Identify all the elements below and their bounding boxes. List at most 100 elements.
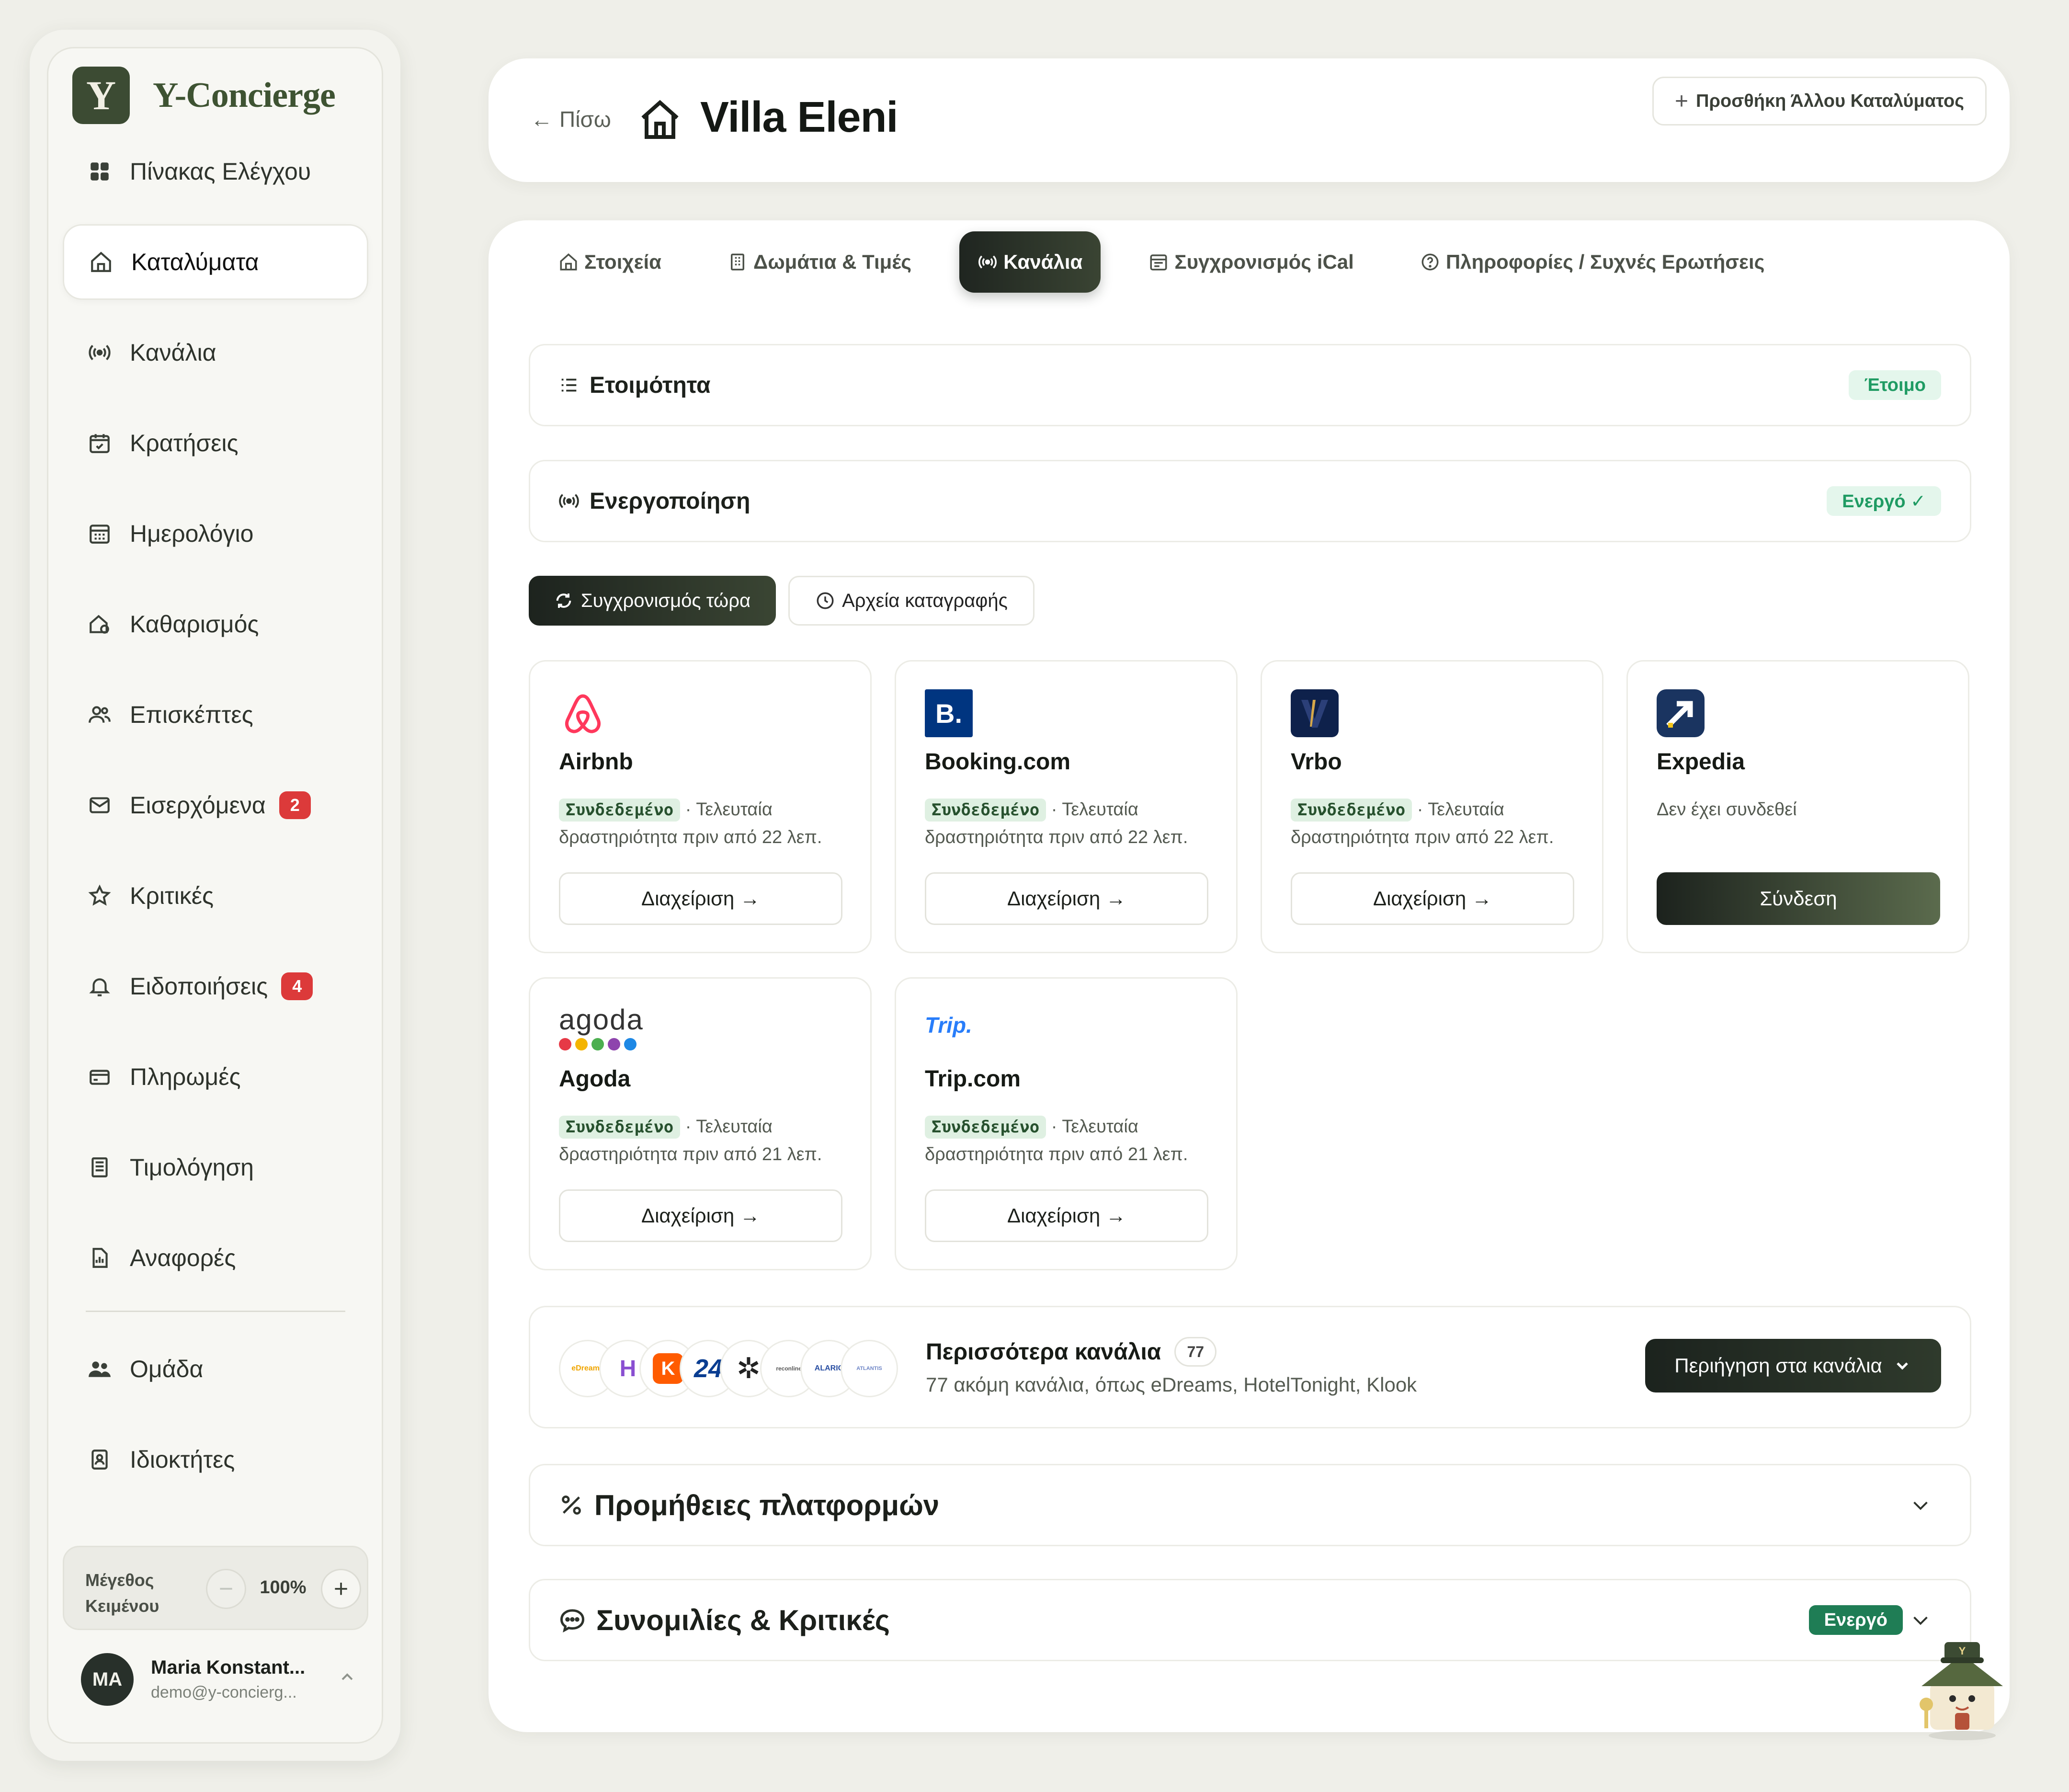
- tab-info-faq[interactable]: Πληροφορίες / Συχνές Ερωτήσεις: [1402, 231, 1783, 293]
- channel-name: Expedia: [1657, 749, 1745, 775]
- sidebar: Y Y-Concierge Πίνακας Ελέγχου Καταλύματα…: [47, 47, 383, 1744]
- property-tabs: Στοιχεία Δωμάτια & Τιμές Κανάλια Συγχρον…: [540, 231, 1813, 293]
- manage-vrbo-button[interactable]: Διαχείριση →: [1291, 872, 1574, 925]
- commissions-section[interactable]: Προμήθειες πλατφορμών: [529, 1464, 1971, 1546]
- readiness-title: Ετοιμότητα: [590, 372, 711, 398]
- avatar: MA: [81, 1653, 134, 1706]
- calendar-icon: [90, 525, 110, 544]
- channel-status: Συνδεδεμένο · Τελευταία δραστηριότητα πρ…: [559, 796, 846, 851]
- sidebar-item-reports[interactable]: Αναφορές: [63, 1220, 368, 1296]
- refresh-icon: [556, 594, 571, 608]
- report-icon: [92, 1248, 108, 1268]
- manage-agoda-button[interactable]: Διαχείριση →: [559, 1189, 842, 1242]
- back-label: Πίσω: [559, 107, 611, 132]
- add-property-label: Προσθήκη Άλλου Καταλύματος: [1696, 91, 1964, 111]
- team-icon: [89, 1361, 111, 1377]
- sidebar-item-label: Καθαρισμός: [130, 611, 259, 638]
- sidebar-item-label: Κανάλια: [130, 339, 216, 366]
- sidebar-item-guests[interactable]: Επισκέπτες: [63, 677, 368, 753]
- tab-ical-sync[interactable]: Συγχρονισμός iCal: [1130, 231, 1372, 293]
- home-icon: [560, 253, 577, 271]
- more-channels-count: 77: [1174, 1337, 1217, 1367]
- sidebar-item-bookings[interactable]: Κρατήσεις: [63, 405, 368, 481]
- sidebar-item-properties[interactable]: Καταλύματα: [63, 224, 368, 300]
- text-size-label: Μέγεθος Κειμένου: [85, 1570, 159, 1616]
- concierge-mascot-icon[interactable]: Y: [1912, 1632, 2012, 1743]
- back-button[interactable]: ← Πίσω: [531, 106, 611, 132]
- sidebar-item-label: Ημερολόγιο: [130, 520, 254, 547]
- manage-airbnb-button[interactable]: Διαχείριση →: [559, 872, 842, 925]
- user-email: demo@y-concierg...: [151, 1683, 297, 1701]
- channel-status: Δεν έχει συνδεθεί: [1657, 796, 1944, 823]
- sidebar-item-label: Πίνακας Ελέγχου: [130, 158, 311, 185]
- page-title: Villa Eleni: [700, 93, 898, 141]
- channel-name: Booking.com: [925, 749, 1071, 775]
- tab-label: Δωμάτια & Τιμές: [753, 251, 912, 273]
- commissions-title: Προμήθειες πλατφορμών: [594, 1489, 940, 1521]
- channel-card-vrbo: Vrbo Συνδεδεμένο · Τελευταία δραστηριότη…: [1261, 660, 1603, 953]
- brand-name: Y-Concierge: [153, 75, 336, 115]
- sync-now-button[interactable]: Συγχρονισμός τώρα: [529, 576, 776, 626]
- brand-logo: Y: [72, 67, 130, 124]
- manage-trip-button[interactable]: Διαχείριση →: [925, 1189, 1208, 1242]
- sidebar-item-reviews[interactable]: Κριτικές: [63, 858, 368, 934]
- user-info: Maria Konstant... demo@y-concierg...: [151, 1657, 323, 1702]
- sidebar-divider: [86, 1311, 345, 1312]
- text-size-decrease-button[interactable]: −: [206, 1569, 246, 1609]
- sidebar-item-label: Τιμολόγηση: [130, 1154, 254, 1181]
- sidebar-item-owners[interactable]: Ιδιοκτήτες: [63, 1422, 368, 1497]
- tab-details[interactable]: Στοιχεία: [540, 231, 680, 293]
- channel-name: Airbnb: [559, 749, 633, 775]
- sidebar-item-label: Κριτικές: [130, 882, 214, 909]
- expedia-logo-icon: [1657, 689, 1705, 737]
- arrow-left-icon: ←: [531, 107, 553, 132]
- dashboard-icon: [91, 162, 109, 181]
- linked-badge: Συνδεδεμένο: [925, 1116, 1046, 1139]
- booking-logo-icon: B.: [925, 689, 973, 737]
- sidebar-item-calendar[interactable]: Ημερολόγιο: [63, 496, 368, 571]
- tab-rooms-rates[interactable]: Δωμάτια & Τιμές: [709, 231, 930, 293]
- connect-expedia-button[interactable]: Σύνδεση: [1657, 872, 1940, 925]
- add-property-button[interactable]: + Προσθήκη Άλλου Καταλύματος: [1652, 77, 1987, 126]
- sidebar-item-payments[interactable]: Πληρωμές: [63, 1039, 368, 1115]
- user-menu[interactable]: MA Maria Konstant... demo@y-concierg...: [67, 1644, 368, 1715]
- chat-icon: [560, 1609, 585, 1633]
- browse-channels-button[interactable]: Περιήγηση στα κανάλια: [1645, 1339, 1941, 1393]
- sidebar-item-team[interactable]: Ομάδα: [63, 1331, 368, 1407]
- linked-badge: Συνδεδεμένο: [1291, 799, 1412, 822]
- sidebar-item-notifications[interactable]: Ειδοποιήσεις 4: [63, 948, 368, 1024]
- activation-section[interactable]: Ενεργοποίηση Ενεργό ✓: [529, 460, 1971, 542]
- tab-channels[interactable]: Κανάλια: [959, 231, 1101, 293]
- logs-button[interactable]: Αρχεία καταγραφής: [788, 576, 1034, 626]
- manage-booking-button[interactable]: Διαχείριση →: [925, 872, 1208, 925]
- tab-label: Πληροφορίες / Συχνές Ερωτήσεις: [1445, 251, 1765, 273]
- sidebar-item-label: Πληρωμές: [130, 1063, 241, 1090]
- sidebar-item-label: Καταλύματα: [131, 249, 259, 275]
- brand[interactable]: Y Y-Concierge: [72, 67, 336, 124]
- chevron-down-icon: [1896, 1362, 1908, 1370]
- help-icon: [1421, 253, 1439, 271]
- more-channels-title-text: Περισσότερα κανάλια: [926, 1339, 1161, 1365]
- home-icon: [641, 100, 679, 139]
- linked-badge: Συνδεδεμένο: [559, 1116, 681, 1139]
- sidebar-item-dashboard[interactable]: Πίνακας Ελέγχου: [63, 134, 368, 209]
- sidebar-item-label: Ειδοποιήσεις: [130, 973, 268, 1000]
- checklist-icon: [561, 378, 577, 392]
- tab-label: Στοιχεία: [584, 251, 661, 273]
- broadcast-icon: [978, 255, 997, 269]
- sidebar-item-cleaning[interactable]: Καθαρισμός: [63, 586, 368, 662]
- readiness-section[interactable]: Ετοιμότητα Έτοιμο: [529, 344, 1971, 426]
- conversations-section[interactable]: Συνομιλίες & Κριτικές Ενεργό: [529, 1579, 1971, 1661]
- text-size-increase-button[interactable]: +: [321, 1569, 361, 1609]
- inbox-count-badge: 2: [279, 791, 311, 819]
- sidebar-item-label: Ομάδα: [130, 1356, 204, 1382]
- main-panel: Στοιχεία Δωμάτια & Τιμές Κανάλια Συγχρον…: [489, 220, 2010, 1732]
- linked-badge: Συνδεδεμένο: [559, 799, 681, 822]
- text-size-control: Μέγεθος Κειμένου − 100% +: [63, 1546, 368, 1630]
- credit-card-icon: [90, 1070, 110, 1085]
- sidebar-item-invoicing[interactable]: Τιμολόγηση: [63, 1130, 368, 1205]
- klook-mark: K: [653, 1353, 683, 1384]
- percent-icon: [562, 1495, 581, 1515]
- sidebar-item-channels[interactable]: Κανάλια: [63, 315, 368, 390]
- sidebar-item-inbox[interactable]: Εισερχόμενα 2: [63, 767, 368, 843]
